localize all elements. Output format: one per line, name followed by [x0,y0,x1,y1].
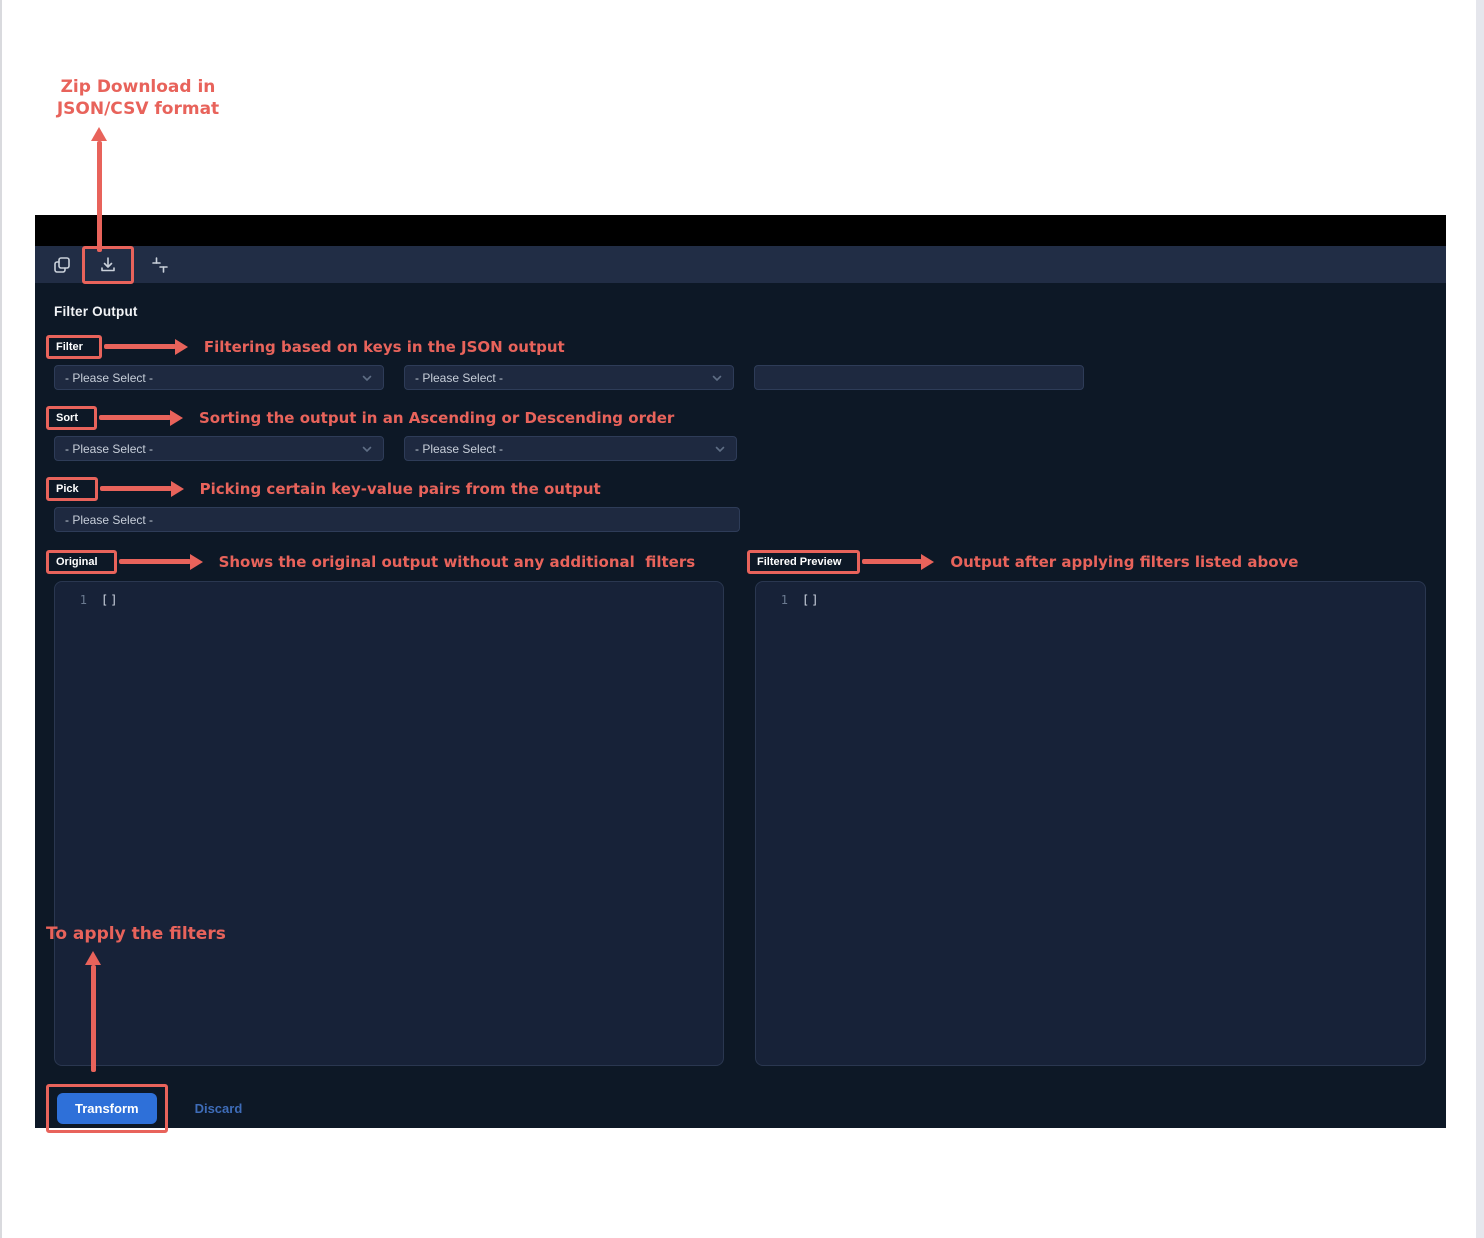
arrow-head-up [85,951,101,965]
transform-button[interactable]: Transform [57,1093,157,1124]
arrow-line [862,559,922,564]
chevron-down-icon [711,372,723,384]
arrow-line [97,141,102,252]
annotation-frame-pick: Pick [46,477,98,501]
line-number: 1 [55,593,87,607]
arrow-head-right [171,481,184,497]
annotation-original-text: Shows the original output without any ad… [219,553,696,571]
annotation-frame-sort: Sort [46,406,97,430]
annotation-frame-original: Original [46,550,117,574]
copy-icon [52,255,72,275]
arrow-head-up [91,127,107,141]
arrow-line [99,415,171,420]
code-content: [] [802,593,820,607]
annotation-arrow-filter [104,339,188,355]
pick-label-row: Pick Picking certain key-value pairs fro… [54,475,1427,502]
pick-select-value: - Please Select - [65,513,153,527]
annotation-filtered-preview-text: Output after applying filters listed abo… [950,553,1298,571]
original-code-editor[interactable]: 1 [] [54,581,724,1066]
chevron-down-icon [361,372,373,384]
annotation-arrow-zip [91,127,107,252]
arrow-head-right [190,554,203,570]
original-label-group: Original Shows the original output witho… [54,548,724,575]
annotation-arrow-apply [85,951,101,1072]
annotation-arrow-sort [99,410,183,426]
original-section-label: Original [56,556,98,568]
filter-label-row: Filter Filtering based on keys in the JS… [54,333,1427,360]
filtered-preview-code-editor[interactable]: 1 [] [755,581,1426,1066]
filter-operator-select[interactable]: - Please Select - [404,365,734,390]
pick-select[interactable]: - Please Select - [54,507,740,532]
chevron-down-icon [714,443,726,455]
sort-section-label: Sort [56,412,78,424]
code-content: [] [101,593,119,607]
arrow-line [91,965,96,1072]
sort-order-select[interactable]: - Please Select - [404,436,737,461]
filter-operator-select-value: - Please Select - [415,371,503,385]
filter-key-select[interactable]: - Please Select - [54,365,384,390]
filter-section-label: Filter [56,341,83,353]
download-icon [98,255,118,275]
arrow-head-right [170,410,183,426]
annotation-sort-text: Sorting the output in an Ascending or De… [199,409,674,427]
filter-key-select-value: - Please Select - [65,371,153,385]
sort-key-select-value: - Please Select - [65,442,153,456]
annotation-pick-text: Picking certain key-value pairs from the… [200,480,601,498]
app-window: Filter Output Filter Filtering based on … [35,215,1446,1128]
zip-download-button[interactable] [95,252,121,278]
filter-value-input[interactable] [754,365,1084,390]
footer-actions: Transform Discard [54,1084,1427,1133]
annotation-arrow-original [119,554,203,570]
toolbar [35,246,1446,283]
discard-link[interactable]: Discard [195,1101,243,1116]
arrow-head-right [921,554,934,570]
arrow-line [104,344,176,349]
window-titlebar [35,215,1446,246]
arrow-line [100,486,172,491]
collapse-icon [150,255,170,275]
page: Zip Download in JSON/CSV format [0,0,1484,1238]
code-line: 1 [] [55,593,723,607]
collapse-button[interactable] [147,252,173,278]
chevron-down-icon [361,443,373,455]
arrow-line [119,559,191,564]
copy-button[interactable] [49,252,75,278]
annotation-apply-text: To apply the filters [46,924,226,944]
annotation-frame-filter: Filter [46,335,102,359]
annotation-frame-download [82,246,134,284]
annotation-filter-text: Filtering based on keys in the JSON outp… [204,338,565,356]
sort-field-row: - Please Select - - Please Select - [54,436,1427,461]
page-title: Filter Output [54,304,1427,319]
page-scrollbar[interactable] [1476,0,1484,1238]
annotation-arrow-pick [100,481,184,497]
arrow-head-right [175,339,188,355]
filter-output-panel: Filter Output Filter Filtering based on … [35,304,1446,1133]
filtered-preview-section-label: Filtered Preview [757,556,841,568]
editors-label-row: Original Shows the original output witho… [54,548,1427,575]
annotation-frame-filtered-preview: Filtered Preview [747,550,860,574]
annotation-frame-transform: Transform [46,1084,168,1133]
sort-label-row: Sort Sorting the output in an Ascending … [54,404,1427,431]
annotation-zip-download: Zip Download in JSON/CSV format [18,76,258,120]
pick-section-label: Pick [56,483,79,495]
annotation-zip-line1: Zip Download in [18,76,258,98]
line-number: 1 [756,593,788,607]
filtered-preview-label-group: Filtered Preview Output after applying f… [755,548,1426,575]
code-line: 1 [] [756,593,1425,607]
filter-field-row: - Please Select - - Please Select - [54,365,1427,390]
annotation-zip-line2: JSON/CSV format [18,98,258,120]
annotation-arrow-filtered-preview [862,554,934,570]
sort-key-select[interactable]: - Please Select - [54,436,384,461]
editors-row: 1 [] 1 [] [54,581,1427,1066]
sort-order-select-value: - Please Select - [415,442,503,456]
pick-field-row: - Please Select - [54,507,1427,532]
